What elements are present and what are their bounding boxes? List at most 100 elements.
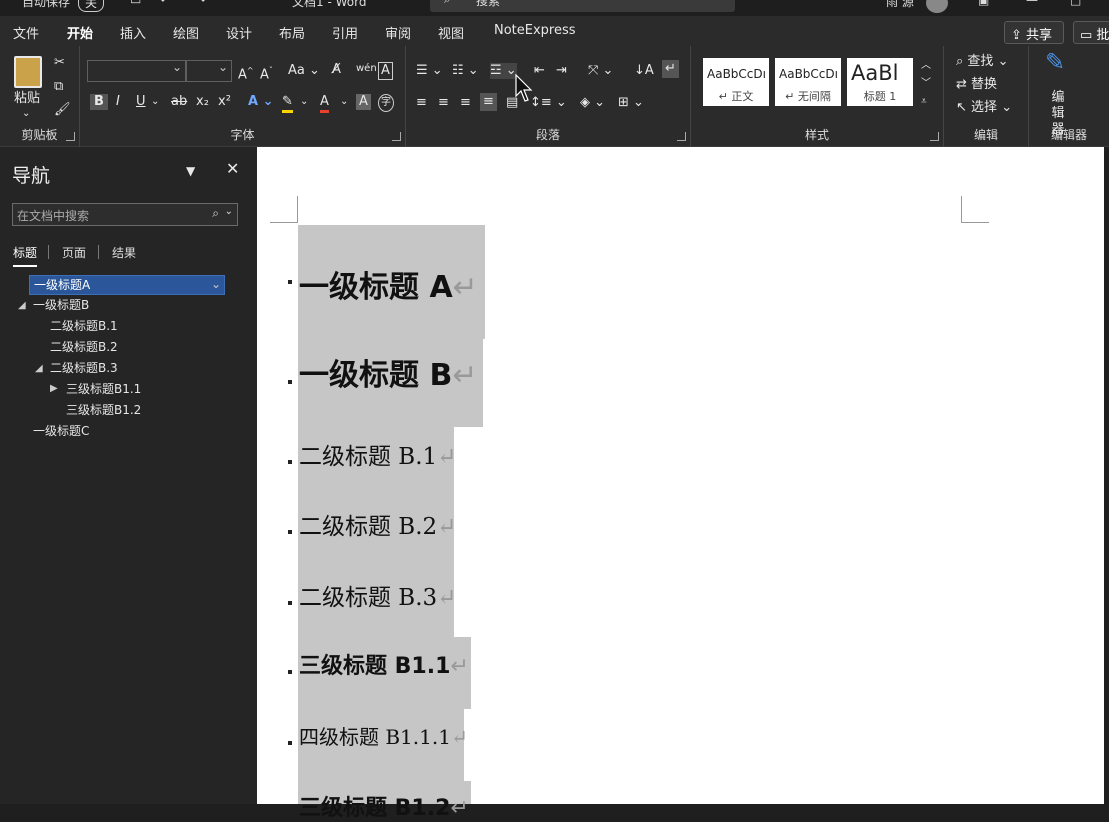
heading-paragraph[interactable]: 一级标题 B↵	[299, 350, 477, 394]
tree-item[interactable]: 一级标题C	[29, 422, 89, 442]
redo-icon[interactable]: ↷	[196, 0, 206, 7]
text-effects-icon[interactable]: A ⌄	[248, 94, 273, 110]
styles-launcher[interactable]	[930, 132, 939, 141]
phonetic-guide-icon[interactable]: wén	[356, 61, 377, 77]
enclose-characters-icon[interactable]: 字	[378, 94, 394, 112]
tab-layout[interactable]: 布局	[279, 23, 305, 42]
shading-icon[interactable]: ◈ ⌄	[580, 95, 605, 111]
tab-headings[interactable]: 标题	[13, 244, 38, 267]
align-center-icon[interactable]: ≡	[438, 95, 449, 111]
sort-icon[interactable]: ↓A	[634, 63, 654, 79]
minimize-icon[interactable]: —	[1026, 0, 1038, 7]
tab-file[interactable]: 文件	[13, 23, 39, 42]
change-case-button[interactable]: Aa ⌄	[288, 63, 320, 79]
multilevel-list-icon[interactable]: ☲ ⌄	[490, 63, 517, 79]
document-page[interactable]: 一级标题 A↵ 一级标题 B↵ 二级标题 B.1↵ 二级标题 B.2↵ 二级标题…	[257, 147, 1104, 821]
font-color-icon[interactable]: A	[320, 94, 329, 113]
paste-button[interactable]: 粘贴	[14, 91, 40, 107]
close-icon[interactable]: ✕	[226, 161, 239, 177]
tree-item[interactable]: 二级标题B.1	[46, 317, 118, 337]
character-border-icon[interactable]: A	[378, 62, 393, 80]
cut-icon[interactable]: ✂	[54, 55, 65, 71]
heading-paragraph[interactable]: 二级标题 B.3↵	[299, 578, 456, 612]
font-color-dropdown-icon[interactable]: ⌄	[340, 94, 348, 110]
ribbon-display-icon[interactable]: ▣	[978, 0, 989, 7]
underline-button[interactable]: U	[136, 94, 146, 110]
heading-paragraph[interactable]: 四级标题 B1.1.1↵	[299, 721, 468, 750]
format-painter-icon[interactable]: 🖌	[54, 102, 71, 118]
strikethrough-button[interactable]: ab	[171, 94, 187, 110]
tree-item[interactable]: 三级标题B1.2	[62, 401, 141, 421]
decrease-indent-icon[interactable]: ⇤	[534, 63, 545, 79]
superscript-button[interactable]: x²	[218, 94, 231, 110]
tree-item[interactable]: 二级标题B.2	[46, 338, 118, 358]
find-button[interactable]: ⌕ 查找 ⌄	[956, 54, 1008, 70]
tab-insert[interactable]: 插入	[120, 23, 146, 42]
tab-home[interactable]: 开始	[67, 23, 94, 48]
expanded-arrow-icon[interactable]: ◢	[35, 363, 43, 374]
styles-scroll-up-icon[interactable]: ︿	[921, 58, 931, 74]
avatar[interactable]	[926, 0, 948, 13]
clipboard-launcher[interactable]	[66, 132, 75, 141]
tab-design[interactable]: 设计	[226, 23, 252, 42]
comment-button[interactable]: ▭ 批注	[1073, 21, 1109, 44]
collapsed-arrow-icon[interactable]: ▶	[50, 383, 58, 394]
maximize-icon[interactable]: □	[1070, 0, 1081, 7]
increase-indent-icon[interactable]: ⇥	[556, 63, 567, 79]
tab-draw[interactable]: 绘图	[173, 23, 199, 42]
tree-item[interactable]: 一级标题B	[29, 296, 89, 316]
editor-icon[interactable]: ✎	[1045, 50, 1065, 74]
style-normal[interactable]: AaBbCcDı ↵ 正文	[703, 58, 769, 106]
tree-item[interactable]: 二级标题B.3	[46, 359, 118, 379]
style-heading-1[interactable]: AaBl 标题 1	[847, 58, 913, 106]
asian-layout-icon[interactable]: ⤧ ⌄	[588, 63, 613, 79]
clear-format-icon[interactable]: A̸	[332, 62, 341, 78]
title-search-box[interactable]: ⌕ 搜索	[430, 0, 735, 12]
heading-paragraph[interactable]: 二级标题 B.2↵	[299, 507, 456, 541]
character-shading-icon[interactable]: A	[356, 94, 371, 110]
save-icon[interactable]: ▭	[130, 0, 141, 7]
paste-dropdown-icon[interactable]: ⌄	[22, 106, 30, 122]
tab-view[interactable]: 视图	[438, 23, 464, 42]
navigation-search-input[interactable]: 在文档中搜索 ⌕ ⌄	[12, 203, 238, 226]
tab-results[interactable]: 结果	[112, 244, 136, 261]
autosave-toggle[interactable]: 关	[78, 0, 105, 12]
shrink-font-icon[interactable]: Aˇ	[260, 63, 273, 83]
line-spacing-icon[interactable]: ↕≡ ⌄	[530, 95, 567, 111]
bold-button[interactable]: B	[90, 94, 108, 110]
heading-paragraph[interactable]: 二级标题 B.1↵	[299, 437, 456, 471]
borders-icon[interactable]: ⊞ ⌄	[618, 95, 644, 111]
search-dropdown-icon[interactable]: ⌄	[225, 206, 233, 217]
search-icon[interactable]: ⌕	[212, 206, 219, 221]
share-button[interactable]: ⇪ 共享	[1004, 21, 1064, 44]
styles-scroll-down-icon[interactable]: ﹀	[921, 76, 931, 92]
align-left-icon[interactable]: ≡	[416, 95, 427, 111]
replace-button[interactable]: ⇄ 替换	[956, 77, 997, 93]
heading-paragraph[interactable]: 三级标题 B1.2↵	[299, 790, 469, 822]
italic-button[interactable]: I	[116, 94, 120, 110]
tab-pages[interactable]: 页面	[62, 244, 86, 261]
font-size-select[interactable]	[186, 60, 232, 82]
tab-noteexpress[interactable]: NoteExpress	[494, 23, 576, 38]
align-right-icon[interactable]: ≡	[460, 95, 471, 111]
numbering-icon[interactable]: ☷ ⌄	[452, 63, 479, 79]
grow-font-icon[interactable]: A^	[238, 63, 254, 83]
highlight-dropdown-icon[interactable]: ⌄	[300, 94, 308, 110]
copy-icon[interactable]: ⧉	[54, 79, 63, 95]
undo-icon[interactable]: ↶	[160, 0, 170, 7]
paragraph-launcher[interactable]	[677, 132, 686, 141]
font-name-select[interactable]	[87, 60, 186, 82]
show-marks-icon[interactable]: ↵	[662, 60, 679, 78]
bullets-icon[interactable]: ☰ ⌄	[416, 63, 443, 79]
user-name[interactable]: 雨 源	[886, 0, 914, 10]
heading-paragraph[interactable]: 一级标题 A↵	[299, 262, 478, 306]
paste-icon[interactable]	[14, 56, 42, 88]
style-no-spacing[interactable]: AaBbCcDı ↵ 无间隔	[775, 58, 841, 106]
justify-icon[interactable]: ≡	[480, 93, 497, 111]
expanded-arrow-icon[interactable]: ◢	[18, 300, 26, 311]
highlight-icon[interactable]: ✎	[282, 94, 293, 113]
tab-review[interactable]: 审阅	[385, 23, 411, 42]
tree-item[interactable]: 一级标题A	[29, 275, 225, 295]
styles-more-icon[interactable]: ⩡	[921, 94, 927, 110]
font-launcher[interactable]	[392, 132, 401, 141]
